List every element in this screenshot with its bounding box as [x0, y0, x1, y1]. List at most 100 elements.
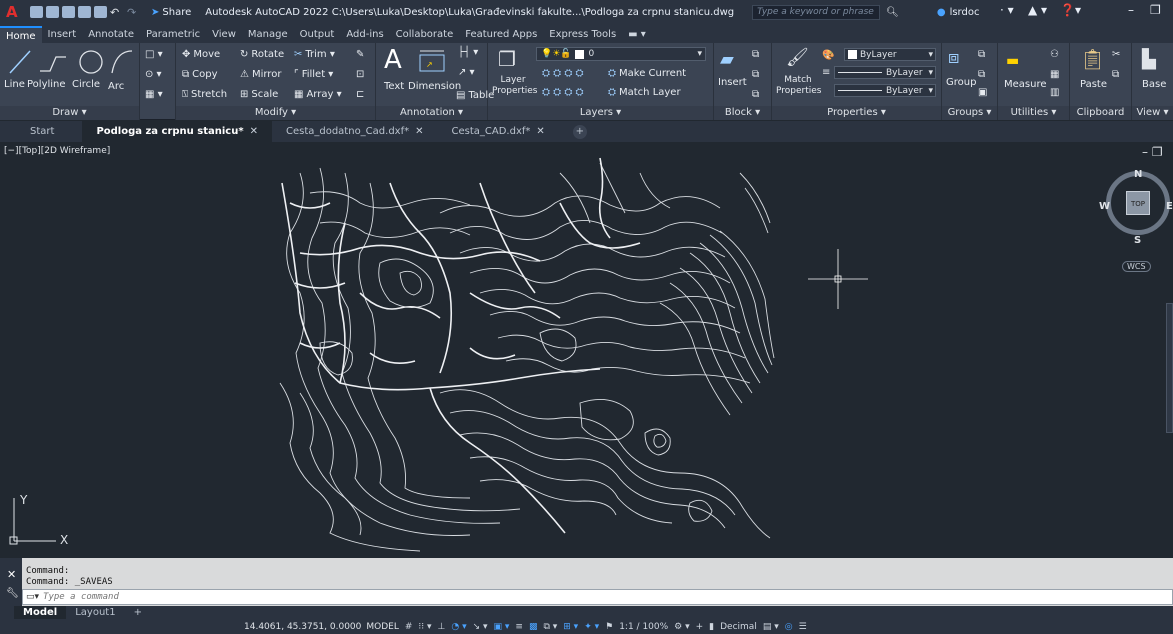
groups-panel-title[interactable]: Groups ▾ [942, 106, 997, 120]
save-icon[interactable] [62, 6, 75, 18]
line-button[interactable]: Line [4, 79, 25, 90]
units-readout[interactable]: Decimal [720, 622, 757, 632]
color-dropdown[interactable]: ByLayer ▾ [844, 48, 936, 61]
calculator-icon[interactable]: ▥ [1050, 87, 1059, 98]
viewcube[interactable]: TOP [1106, 171, 1170, 235]
text-button[interactable]: Text [384, 81, 404, 92]
draw-panel-title[interactable]: Draw ▾ [0, 106, 139, 120]
layers-panel-title[interactable]: Layers ▾ [488, 106, 713, 120]
dimension-button[interactable]: Dimension [408, 81, 461, 92]
scale-readout[interactable]: 1:1 / 100% [619, 622, 668, 632]
compass-south[interactable]: S [1134, 235, 1141, 246]
command-line-handle[interactable]: ✕ 🔧︎ [0, 558, 22, 606]
group-edit-icon[interactable]: ⧉ [978, 69, 985, 80]
linear-dim-icon[interactable]: ├┤ ▾ [458, 47, 478, 58]
lineweight-toggle-icon[interactable]: ≡ [515, 622, 523, 632]
tab-express-tools[interactable]: Express Tools [543, 26, 622, 43]
units-icon[interactable]: ▮ [709, 622, 714, 632]
trim-button[interactable]: ✂ Trim ▾ [294, 49, 335, 60]
hatch-icon[interactable]: ⊙ ▾ [145, 69, 162, 80]
annotation-panel-title[interactable]: Annotation ▾ [376, 106, 487, 120]
tab-cesta-cad[interactable]: Cesta_CAD.dxf* ✕ [438, 121, 559, 142]
snap-icon[interactable]: ⁝⁝ ▾ [418, 622, 431, 632]
mirror-button[interactable]: ⚠ Mirror [240, 69, 281, 80]
plot-icon[interactable] [94, 6, 107, 18]
insert-button[interactable]: Insert [718, 77, 747, 88]
help-icon[interactable]: ❓▾ [1060, 3, 1081, 17]
restore-button[interactable]: ❐ [1150, 3, 1161, 17]
save-as-icon[interactable] [78, 6, 91, 18]
selection-cycling-icon[interactable]: ⧉ ▾ [543, 622, 557, 632]
command-prompt-icon[interactable]: ▭▾ [26, 592, 39, 602]
rotate-button[interactable]: ↻ Rotate [240, 49, 284, 60]
stretch-button[interactable]: ⍂ Stretch [182, 89, 227, 100]
minimize-button[interactable]: – [1128, 3, 1134, 17]
match-layer-button[interactable]: ⛭ Match Layer [608, 87, 681, 98]
cut-icon[interactable]: ✂ [1112, 49, 1120, 60]
copy-clip-icon[interactable]: ⧉ [1112, 69, 1119, 80]
plus-icon[interactable]: + [696, 622, 704, 632]
open-icon[interactable] [46, 6, 59, 18]
tab-manage[interactable]: Manage [242, 26, 294, 43]
block-panel-title[interactable]: Block ▾ [714, 106, 771, 120]
annotation-visibility-icon[interactable]: ✦ ▾ [584, 622, 599, 632]
wrench-icon[interactable]: 🔧︎ [6, 588, 19, 599]
tab-layout1[interactable]: Layout1 [66, 606, 124, 619]
wcs-menu[interactable]: WCS [1122, 261, 1151, 272]
tab-annotate[interactable]: Annotate [82, 26, 140, 43]
lineweight-dropdown[interactable]: ByLayer ▾ [834, 84, 936, 97]
autodesk-app-icon[interactable]: ▲ ▾ [1028, 3, 1047, 17]
dynamic-ucs-icon[interactable]: ⊞ ▾ [563, 622, 578, 632]
ribbon-toggle-icon[interactable]: ▬ ▾ [622, 26, 652, 43]
move-button[interactable]: ✥ Move [182, 49, 220, 60]
edit-block-icon[interactable]: ⧉ [752, 69, 759, 80]
new-icon[interactable] [30, 6, 43, 18]
array-button[interactable]: ▦ Array ▾ [294, 89, 342, 100]
transparency-icon[interactable]: ▩ [529, 622, 538, 632]
tab-featured-apps[interactable]: Featured Apps [459, 26, 543, 43]
explode-icon[interactable]: ⊡ [356, 69, 364, 80]
paste-button[interactable]: Paste [1080, 79, 1107, 90]
group-button[interactable]: Group [946, 77, 976, 88]
layer-dropdown[interactable]: 💡☀🔓 0 ▾ [536, 47, 706, 61]
cart-icon[interactable]: ⋅ ▾ [1000, 3, 1014, 17]
compass-east[interactable]: E [1166, 201, 1173, 212]
share-button[interactable]: ➤ Share [151, 7, 191, 18]
linetype-dropdown[interactable]: ByLayer ▾ [834, 66, 936, 79]
group-select-icon[interactable]: ▣ [978, 87, 987, 98]
leader-icon[interactable]: ↗ ▾ [458, 67, 475, 78]
gradient-icon[interactable]: ▦ ▾ [145, 89, 163, 100]
layer-properties-button[interactable]: Layer Properties [492, 75, 537, 97]
coordinates-readout[interactable]: 14.4061, 45.3751, 0.0000 [244, 622, 361, 632]
contour-map-drawing[interactable] [0, 143, 1173, 557]
block-attribute-icon[interactable]: ⧉ [752, 89, 759, 100]
tab-add-ins[interactable]: Add-ins [340, 26, 389, 43]
measure-button[interactable]: Measure [1004, 79, 1047, 90]
drawing-viewport[interactable]: [−][Top][2D Wireframe] Y X TOP N S W E W… [0, 143, 1173, 557]
close-icon[interactable]: ✕ [250, 121, 258, 142]
rectangle-icon[interactable]: □ ▾ [145, 49, 163, 60]
polyline-button[interactable]: Polyline [27, 79, 66, 90]
command-input-row[interactable]: ▭▾ [22, 589, 1173, 605]
isodraft-icon[interactable]: ↘ ▾ [473, 622, 488, 632]
search-icon[interactable]: 🔍︎ [886, 7, 899, 18]
quick-select-icon[interactable]: ⚇ [1050, 49, 1059, 60]
compass-north[interactable]: N [1134, 169, 1142, 180]
tab-view[interactable]: View [206, 26, 242, 43]
add-layout-button[interactable]: + [125, 606, 151, 619]
autocad-logo-icon[interactable]: A [6, 3, 24, 21]
new-tab-button[interactable]: + [559, 121, 601, 142]
copy-button[interactable]: ⧉ Copy [182, 69, 218, 80]
viewport-minimize-icon[interactable]: – ❐ [1142, 145, 1163, 159]
offset-icon[interactable]: ⊏ [356, 89, 364, 100]
circle-button[interactable]: Circle [72, 79, 100, 90]
make-current-button[interactable]: ⛭ Make Current [608, 68, 686, 79]
tab-model[interactable]: Model [14, 606, 67, 619]
tab-collaborate[interactable]: Collaborate [390, 26, 460, 43]
tab-cesta-dodatno[interactable]: Cesta_dodatno_Cad.dxf* ✕ [272, 121, 438, 142]
polar-icon[interactable]: ◔ ▾ [451, 622, 466, 632]
utilities-panel-title[interactable]: Utilities ▾ [998, 106, 1069, 120]
properties-panel-title[interactable]: Properties ▾ [772, 106, 941, 120]
search-input[interactable]: Type a keyword or phrase [752, 4, 881, 20]
isolate-objects-icon[interactable]: ◎ [785, 622, 793, 632]
